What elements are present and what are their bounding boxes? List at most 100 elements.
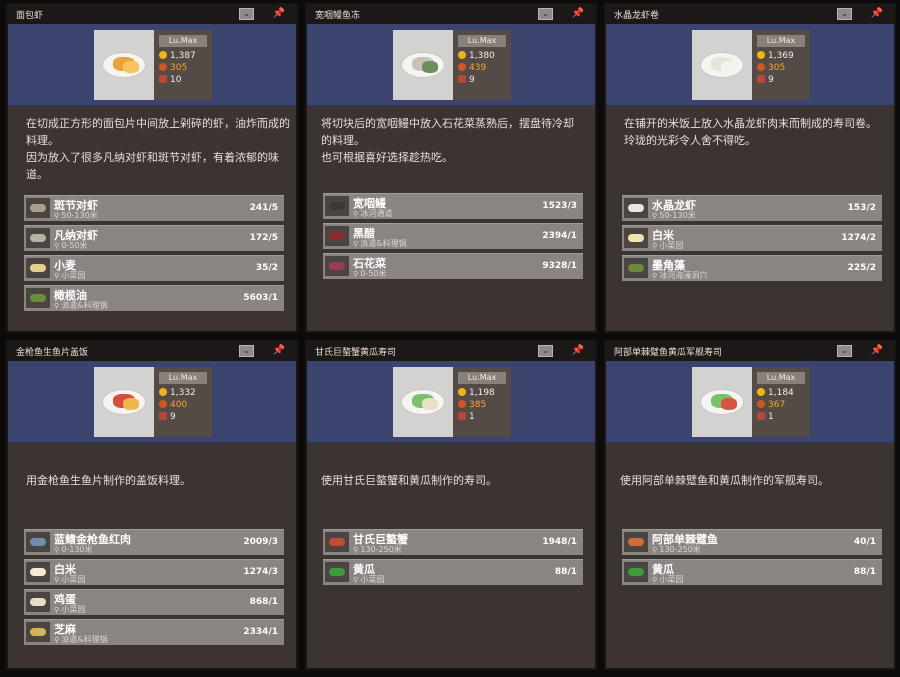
ingredient-count: 5603/1 [243,293,278,303]
recipe-description: 在切成正方形的面包片中间放上剁碎的虾，油炸而成的料理。 因为放入了很多凡纳对虾和… [26,117,290,181]
ingredient-source: ⚲ 0-50米 [54,240,88,251]
chevron-down-icon[interactable]: ⌄ [538,8,553,20]
ingredient-source: ⚲ 50-130米 [652,210,696,221]
taste-value: 400 [170,400,188,410]
dish-stats: Lu.Max 1,332 400 9 [154,367,212,437]
price-row: 1,332 [159,388,196,399]
ingredient-icon [624,532,648,552]
pin-icon[interactable]: 📌 [870,6,884,22]
ingredient-source-text: 冰河通道 [360,209,393,218]
ingredient-row[interactable]: 凡纳对虾 ⚲ 0-50米 172/5 [24,225,284,251]
recipe-title: 水晶龙虾卷 [614,11,660,21]
ingredient-icon [26,532,50,552]
ingredient-icon [325,226,349,246]
portions-value: 1 [469,412,475,422]
plate-graphic [700,52,744,78]
plate-graphic [401,52,445,78]
ingredient-icon [26,592,50,612]
plate-graphic [102,389,146,415]
ingredient-row[interactable]: 黄瓜 ⚲ 小菜园 88/1 [622,559,882,585]
ingredient-count: 1274/2 [841,233,876,243]
level-badge: Lu.Max [757,35,805,47]
ingredient-row[interactable]: 石花菜 ⚲ 0-50米 9328/1 [323,253,583,279]
taste-icon [159,63,167,71]
portions-value: 1 [768,412,774,422]
ingredient-source: ⚲ 0-50米 [353,268,387,279]
ingredient-row[interactable]: 黄瓜 ⚲ 小菜园 88/1 [323,559,583,585]
meat-icon [159,412,167,420]
taste-icon [458,400,466,408]
price-value: 1,380 [469,51,495,61]
ingredient-shape [30,294,46,302]
dish-stats: Lu.Max 1,184 367 1 [752,367,810,437]
chevron-down-icon[interactable]: ⌄ [837,8,852,20]
ingredient-shape [329,262,345,270]
ingredient-row[interactable]: 鸡蛋 ⚲ 小菜园 868/1 [24,589,284,615]
ingredient-row[interactable]: 水晶龙虾 ⚲ 50-130米 153/2 [622,195,882,221]
recipe-header: Lu.Max 1,184 367 1 [606,361,894,443]
ingredient-source-text: 0-50米 [360,269,387,278]
plate-graphic [102,52,146,78]
chevron-down-icon[interactable]: ⌄ [239,8,254,20]
ingredient-shape [30,538,46,546]
ingredient-shape [628,538,644,546]
ingredient-row[interactable]: 阿部单棘躄鱼 ⚲ 130-250米 40/1 [622,529,882,555]
ingredient-shape [329,538,345,546]
ingredient-row[interactable]: 橄榄油 ⚲ 派遣&料理锅 5603/1 [24,285,284,311]
ingredient-row[interactable]: 白米 ⚲ 小菜园 1274/2 [622,225,882,251]
pin-icon[interactable]: 📌 [272,343,286,359]
recipe-card: 阿部单棘躄鱼黄瓜军舰寿司 ⌄ 📌 Lu.Max 1,184 367 1 使用阿部单棘躄鱼和黄瓜… [604,340,896,670]
recipe-header: Lu.Max 1,332 400 9 [8,361,296,443]
ingredient-row[interactable]: 黑醋 ⚲ 派遣&料理锅 2394/1 [323,223,583,249]
ingredient-row[interactable]: 斑节对虾 ⚲ 50-130米 241/5 [24,195,284,221]
coin-icon [458,388,466,396]
ingredient-source: ⚲ 130-250米 [353,544,402,555]
ingredient-shape [329,568,345,576]
ingredient-row[interactable]: 甘氏巨螯蟹 ⚲ 130-250米 1948/1 [323,529,583,555]
taste-row: 439 [458,63,486,74]
price-value: 1,332 [170,388,196,398]
level-badge: Lu.Max [159,372,207,384]
ingredient-count: 9328/1 [542,261,577,271]
recipe-grid: 面包虾 ⌄ 📌 Lu.Max 1,387 305 10 在切成正方形的面包片中间放上剁碎的虾，… [0,0,900,677]
recipe-card: 面包虾 ⌄ 📌 Lu.Max 1,387 305 10 在切成正方形的面包片中间放上剁碎的虾，… [6,3,298,333]
ingredient-row[interactable]: 白米 ⚲ 小菜园 1274/3 [24,559,284,585]
ingredient-row[interactable]: 小麦 ⚲ 小菜园 35/2 [24,255,284,281]
pin-icon[interactable]: 📌 [571,6,585,22]
recipe-card: 甘氏巨螯蟹黄瓜寿司 ⌄ 📌 Lu.Max 1,198 385 1 使用甘氏巨螯蟹和黄瓜制作的寿… [305,340,597,670]
food-graphic [721,398,737,410]
ingredient-list: 斑节对虾 ⚲ 50-130米 241/5 凡纳对虾 ⚲ 0-50米 172/5 小麦 ⚲ 小菜… [24,195,284,315]
ingredient-row[interactable]: 芝麻 ⚲ 派遣&料理锅 2334/1 [24,619,284,645]
ingredient-source-text: 50-130米 [659,211,696,220]
ingredient-count: 88/1 [853,567,876,577]
price-value: 1,387 [170,51,196,61]
ingredient-row[interactable]: 蓝鳍金枪鱼红肉 ⚲ 0-130米 2009/3 [24,529,284,555]
ingredient-count: 2334/1 [243,627,278,637]
ingredient-list: 蓝鳍金枪鱼红肉 ⚲ 0-130米 2009/3 白米 ⚲ 小菜园 1274/3 鸡蛋 ⚲ 小菜… [24,529,284,649]
ingredient-count: 1948/1 [542,537,577,547]
recipe-header: Lu.Max 1,380 439 9 [307,24,595,106]
recipe-description: 在铺开的米饭上放入水晶龙虾肉末而制成的寿司卷。 玲珑的光彩令人舍不得吃。 [624,117,877,147]
level-badge: Lu.Max [159,35,207,47]
taste-value: 385 [469,400,487,410]
ingredient-source: ⚲ 派遣&料理锅 [54,300,108,311]
ingredient-shape [628,568,644,576]
ingredient-icon [26,198,50,218]
coin-icon [159,51,167,59]
ingredient-source: ⚲ 0-130米 [54,544,93,555]
dish-image [692,367,752,437]
ingredient-shape [30,234,46,242]
pin-icon[interactable]: 📌 [571,343,585,359]
pin-icon[interactable]: 📌 [870,343,884,359]
chevron-down-icon[interactable]: ⌄ [538,345,553,357]
chevron-down-icon[interactable]: ⌄ [239,345,254,357]
taste-row: 400 [159,400,187,411]
ingredient-source: ⚲ 50-130米 [54,210,98,221]
chevron-down-icon[interactable]: ⌄ [837,345,852,357]
ingredient-row[interactable]: 宽咽鳗 ⚲ 冰河通道 1523/3 [323,193,583,219]
price-value: 1,369 [768,51,794,61]
ingredient-source: ⚲ 冰河海藻洞穴 [652,270,707,281]
pin-icon[interactable]: 📌 [272,6,286,22]
ingredient-source-text: 130-250米 [360,545,402,554]
ingredient-row[interactable]: 墨角藻 ⚲ 冰河海藻洞穴 225/2 [622,255,882,281]
